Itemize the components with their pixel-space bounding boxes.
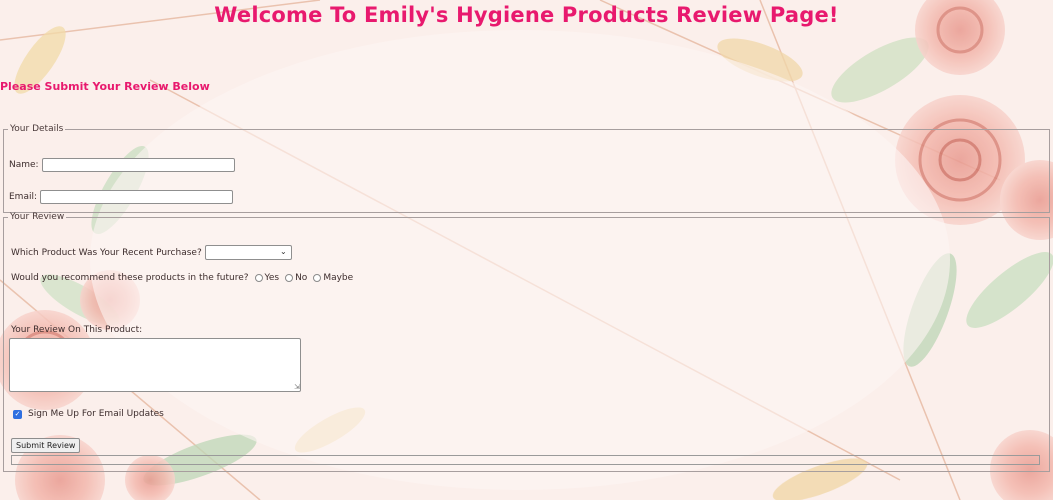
radio-maybe[interactable] bbox=[313, 274, 322, 282]
review-legend: Your Review bbox=[10, 212, 65, 222]
review-text-label-row: Your Review On This Product: bbox=[11, 325, 142, 335]
page-subtitle: Please Submit Your Review Below bbox=[0, 80, 210, 93]
chevron-down-icon: ⌄ bbox=[280, 247, 287, 256]
review-textarea-wrap: ⇲ bbox=[9, 338, 301, 392]
page-title: Welcome To Emily's Hygiene Products Revi… bbox=[214, 3, 839, 27]
recommend-row: Would you recommend these products in th… bbox=[11, 273, 353, 283]
radio-no-label: No bbox=[295, 273, 308, 283]
review-textarea[interactable] bbox=[9, 338, 301, 392]
name-row: Name: bbox=[9, 158, 235, 172]
email-row: Email: bbox=[9, 190, 234, 204]
radio-maybe-label: Maybe bbox=[323, 273, 354, 283]
name-label: Name: bbox=[9, 160, 39, 170]
signup-checkbox[interactable]: ✓ bbox=[13, 409, 22, 419]
signup-label: Sign Me Up For Email Updates bbox=[28, 409, 164, 419]
radio-yes-label: Yes bbox=[264, 273, 280, 283]
resize-grip-icon[interactable]: ⇲ bbox=[294, 384, 300, 391]
product-select[interactable]: ⌄ bbox=[204, 245, 292, 260]
recommend-label: Would you recommend these products in th… bbox=[11, 273, 249, 283]
radio-yes[interactable] bbox=[254, 274, 263, 282]
name-input[interactable] bbox=[41, 158, 235, 172]
product-row: Which Product Was Your Recent Purchase? … bbox=[11, 245, 292, 260]
product-label: Which Product Was Your Recent Purchase? bbox=[11, 247, 202, 258]
radio-no[interactable] bbox=[285, 274, 294, 282]
review-text-label: Your Review On This Product: bbox=[11, 325, 143, 335]
bottom-empty-field bbox=[11, 455, 1040, 465]
email-label: Email: bbox=[9, 192, 38, 202]
details-legend: Your Details bbox=[10, 124, 64, 134]
signup-row: ✓ Sign Me Up For Email Updates bbox=[13, 409, 164, 419]
email-input[interactable] bbox=[40, 190, 234, 204]
submit-review-button[interactable]: Submit Review bbox=[11, 438, 81, 453]
